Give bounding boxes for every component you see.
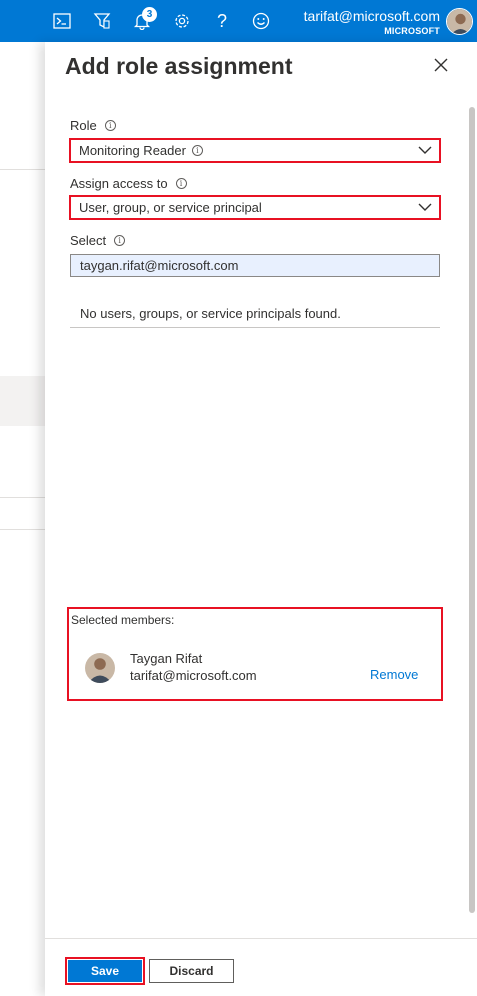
role-dropdown[interactable]: Monitoring Reader i	[69, 138, 441, 163]
scrollbar-thumb[interactable]	[469, 107, 475, 913]
background-divider	[0, 529, 45, 530]
chevron-down-icon	[418, 146, 432, 154]
member-name: Taygan Rifat	[130, 651, 203, 666]
selected-members-label: Selected members:	[71, 613, 175, 627]
background-divider	[0, 497, 45, 498]
blade-title: Add role assignment	[65, 53, 293, 79]
top-bar: 3 ? tarifat@microsoft.com MICROSOFT	[0, 0, 477, 42]
select-label: Select	[70, 233, 107, 248]
directory-filter-icon[interactable]	[92, 11, 112, 31]
role-dropdown-value: Monitoring Reader	[79, 143, 186, 158]
role-label-row: Role i	[70, 118, 116, 133]
blade-scrollbar[interactable]	[468, 104, 476, 916]
select-search-input[interactable]	[70, 254, 440, 277]
info-icon[interactable]: i	[104, 120, 116, 131]
cloud-shell-icon[interactable]	[52, 11, 72, 31]
save-button-label: Save	[68, 960, 142, 982]
account-avatar[interactable]	[446, 8, 473, 35]
account-tenant[interactable]: MICROSOFT	[384, 26, 440, 36]
background-divider	[0, 169, 45, 170]
no-results-message: No users, groups, or service principals …	[80, 306, 341, 321]
assign-access-label: Assign access to	[70, 176, 168, 191]
member-avatar	[85, 653, 115, 683]
discard-button[interactable]: Discard	[149, 959, 234, 983]
gear-icon[interactable]	[172, 11, 192, 31]
results-divider	[70, 327, 440, 328]
chevron-down-icon	[418, 203, 432, 211]
background-selected-row	[0, 376, 45, 426]
member-email: tarifat@microsoft.com	[130, 668, 257, 683]
add-role-assignment-blade: Add role assignment Role i Monitoring Re…	[45, 42, 477, 996]
notification-count-badge: 3	[142, 7, 157, 22]
info-icon[interactable]: i	[114, 235, 126, 246]
assign-access-dropdown-value: User, group, or service principal	[79, 200, 262, 215]
info-icon[interactable]: i	[191, 145, 203, 156]
background-page	[0, 42, 45, 996]
close-icon[interactable]	[432, 56, 450, 74]
assign-access-label-row: Assign access to i	[70, 176, 187, 191]
info-icon[interactable]: i	[175, 178, 187, 189]
footer-divider	[45, 938, 477, 939]
role-label: Role	[70, 118, 97, 133]
select-label-row: Select i	[70, 233, 126, 248]
feedback-smiley-icon[interactable]	[251, 11, 271, 31]
selected-members-panel: Selected members: Taygan Rifat tarifat@m…	[67, 607, 443, 701]
account-email[interactable]: tarifat@microsoft.com	[304, 8, 440, 24]
save-button[interactable]: Save	[65, 957, 145, 985]
help-icon[interactable]: ?	[212, 11, 232, 31]
assign-access-dropdown[interactable]: User, group, or service principal	[69, 195, 441, 220]
remove-member-link[interactable]: Remove	[370, 667, 418, 682]
